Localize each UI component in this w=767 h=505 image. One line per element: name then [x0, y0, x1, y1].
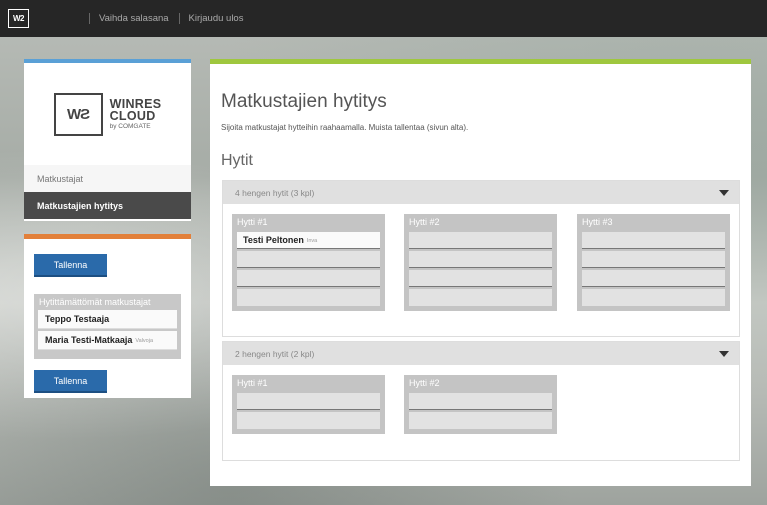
cabin-card: Hytti #3	[577, 214, 730, 311]
cabin-title: Hytti #2	[409, 217, 440, 227]
unassigned-panel: Tallenna Hytittämättömät matkustajat Tep…	[24, 234, 191, 398]
passenger-card[interactable]: Teppo Testaaja	[38, 310, 177, 329]
page-subtitle: Sijoita matkustajat hytteihin raahaamall…	[221, 123, 469, 132]
cabin-card: Hytti #2	[404, 214, 557, 311]
save-button-top[interactable]: Tallenna	[34, 254, 107, 277]
cabin-slot-empty[interactable]	[237, 289, 380, 306]
cabin-slot-empty[interactable]	[409, 251, 552, 268]
cabin-slot-empty[interactable]	[237, 270, 380, 287]
cabin-slot-empty[interactable]	[409, 393, 552, 410]
top-links: Vaihda salasana Kirjaudu ulos	[89, 13, 253, 24]
cabin-group-4: 4 hengen hytit (3 kpl) Hytti #1 Testi Pe…	[222, 180, 740, 337]
app-logo-icon[interactable]: W2	[8, 9, 29, 28]
cabin-group-header[interactable]: 2 hengen hytit (2 kpl)	[223, 342, 739, 365]
cabin-card: Hytti #1	[232, 375, 385, 434]
caret-down-icon[interactable]	[719, 351, 729, 357]
cabin-slot-empty[interactable]	[237, 251, 380, 268]
cabin-slot-empty[interactable]	[582, 251, 725, 268]
cabin-card: Hytti #2	[404, 375, 557, 434]
cabin-slot-empty[interactable]	[409, 412, 552, 429]
cabin-slot-empty[interactable]	[409, 270, 552, 287]
divider	[89, 13, 90, 24]
occupant-name: Testi Peltonen	[243, 235, 304, 245]
cabin-group-2: 2 hengen hytit (2 kpl) Hytti #1 Hytti #2	[222, 341, 740, 461]
cabin-group-label: 2 hengen hytit (2 kpl)	[235, 348, 315, 359]
caret-down-icon[interactable]	[719, 190, 729, 196]
divider	[178, 13, 180, 24]
passenger-name: Maria Testi-Matkaaja	[45, 335, 133, 345]
cabin-slot-empty[interactable]	[582, 270, 725, 287]
cabin-slot-empty[interactable]	[582, 232, 725, 249]
section-title: Hytit	[221, 152, 253, 169]
brand-line-2: CLOUD	[109, 109, 156, 124]
sidebar-item-passengers[interactable]: Matkustajat	[24, 165, 191, 192]
cabin-title: Hytti #3	[582, 217, 613, 227]
change-password-link[interactable]: Vaihda salasana	[99, 13, 169, 24]
cabin-slot-empty[interactable]	[237, 393, 380, 410]
cabin-slot-empty[interactable]	[237, 412, 380, 429]
logout-link[interactable]: Kirjaudu ulos	[189, 13, 244, 24]
unassigned-passengers-box: Hytittämättömät matkustajat Teppo Testaa…	[34, 294, 181, 359]
cabin-slot-empty[interactable]	[409, 232, 552, 249]
top-bar: W2 Vaihda salasana Kirjaudu ulos	[0, 0, 767, 37]
brand-text: WINRES CLOUD by COMGATE	[110, 98, 162, 131]
brand-logo: WƧ WINRES CLOUD by COMGATE	[24, 63, 191, 165]
occupant-tag: Inva	[306, 238, 318, 244]
cabin-title: Hytti #2	[409, 378, 440, 388]
main-panel: Matkustajien hytitys Sijoita matkustajat…	[210, 59, 751, 486]
winres-logo-icon: WƧ	[53, 92, 103, 136]
passenger-card[interactable]: Maria Testi-Matkaaja Valvoja	[38, 331, 177, 350]
cabin-title: Hytti #1	[237, 217, 268, 227]
passenger-tag: Valvoja	[135, 338, 154, 344]
cabin-slot-empty[interactable]	[582, 289, 725, 306]
sidebar-nav: WƧ WINRES CLOUD by COMGATE Matkustajat M…	[24, 59, 191, 221]
cabin-card: Hytti #1 Testi Peltonen Inva	[232, 214, 385, 311]
save-button-bottom[interactable]: Tallenna	[34, 370, 107, 393]
cabin-title: Hytti #1	[237, 378, 268, 388]
cabin-slot-occupied[interactable]: Testi Peltonen Inva	[237, 232, 380, 249]
passenger-name: Teppo Testaaja	[45, 314, 110, 324]
unassigned-title: Hytittämättömät matkustajat	[39, 297, 151, 307]
brand-line-3: by COMGATE	[109, 122, 151, 130]
cabin-group-label: 4 hengen hytit (3 kpl)	[235, 187, 315, 198]
cabin-group-header[interactable]: 4 hengen hytit (3 kpl)	[223, 181, 739, 204]
cabin-slot-empty[interactable]	[409, 289, 552, 306]
page-title: Matkustajien hytitys	[221, 91, 387, 112]
sidebar-item-cabin-assignment[interactable]: Matkustajien hytitys	[24, 192, 191, 219]
